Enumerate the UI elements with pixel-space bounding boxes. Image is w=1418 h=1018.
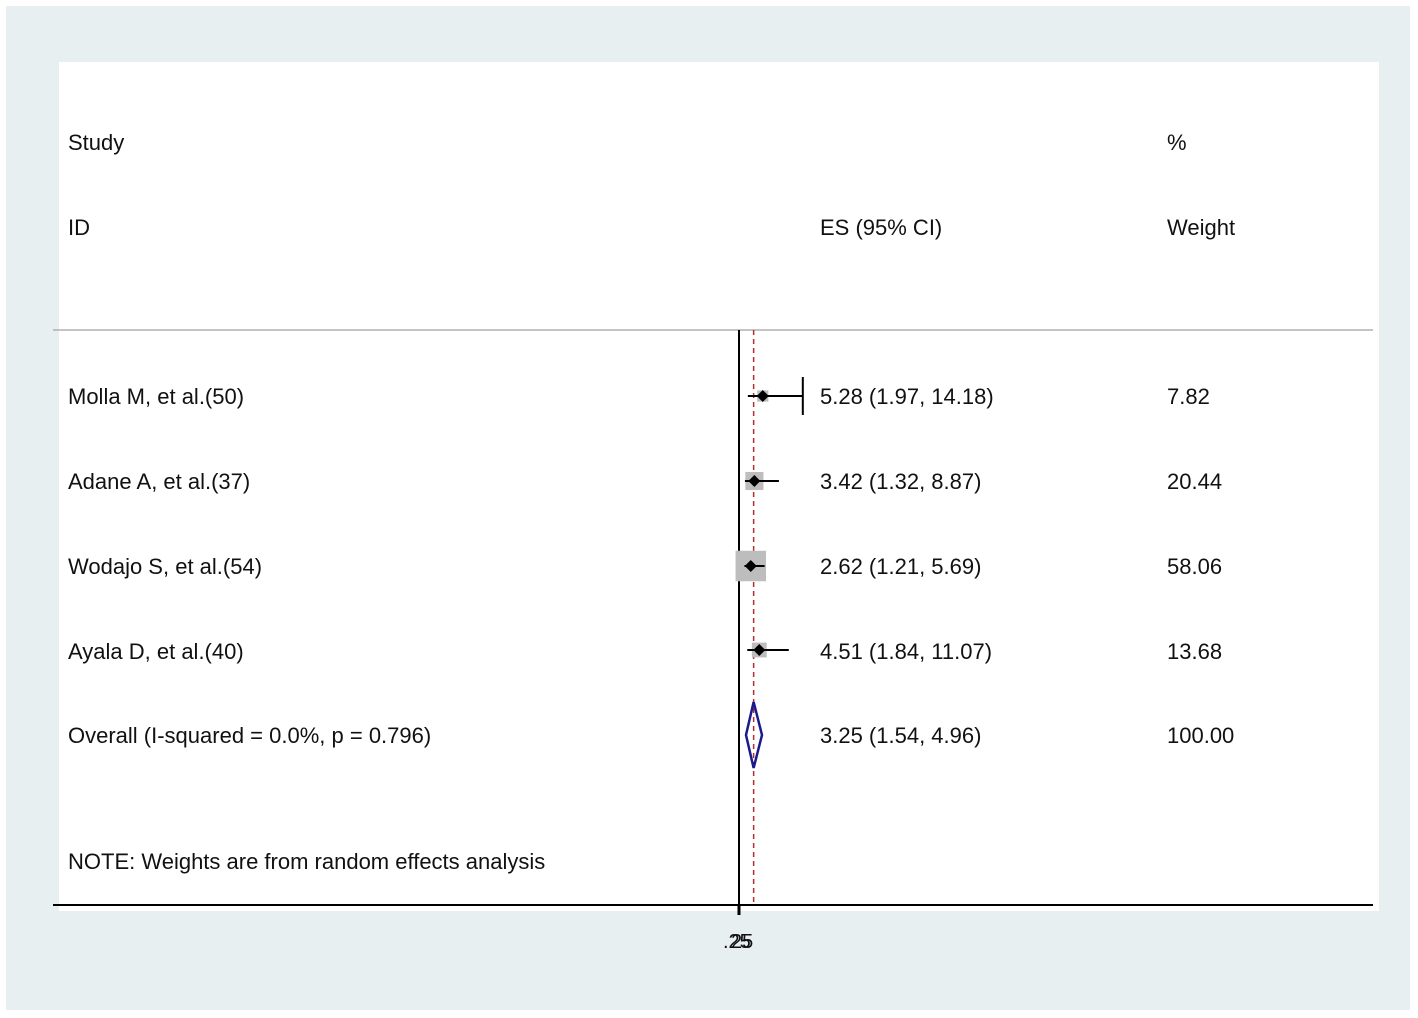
study-es: 3.42 (1.32, 8.87) [820, 469, 982, 494]
study-weight: 20.44 [1167, 469, 1223, 494]
percent-header: % [1167, 130, 1187, 155]
study-weight: 7.82 [1167, 384, 1210, 409]
overall-label: Overall (I-squared = 0.0%, p = 0.796) [68, 723, 432, 748]
study-id: Adane A, et al.(37) [68, 469, 251, 494]
es-header: ES (95% CI) [820, 215, 943, 240]
study-id: Wodajo S, et al.(54) [68, 554, 263, 579]
study-id: Ayala D, et al.(40) [68, 639, 244, 664]
overall-weight: 100.00 [1167, 723, 1235, 748]
weight-header: Weight [1167, 215, 1236, 240]
study-es: 2.62 (1.21, 5.69) [820, 554, 982, 579]
study-weight: 13.68 [1167, 639, 1223, 664]
x-tick-label: 25 [731, 931, 754, 953]
overall-es: 3.25 (1.54, 4.96) [820, 723, 982, 748]
study-id: Molla M, et al.(50) [68, 384, 245, 409]
study-header: Study [68, 130, 125, 155]
study-es: 5.28 (1.97, 14.18) [820, 384, 994, 409]
id-header: ID [68, 215, 90, 240]
note-text: NOTE: Weights are from random effects an… [68, 849, 546, 874]
study-es: 4.51 (1.84, 11.07) [820, 639, 993, 664]
study-weight: 58.06 [1167, 554, 1223, 579]
